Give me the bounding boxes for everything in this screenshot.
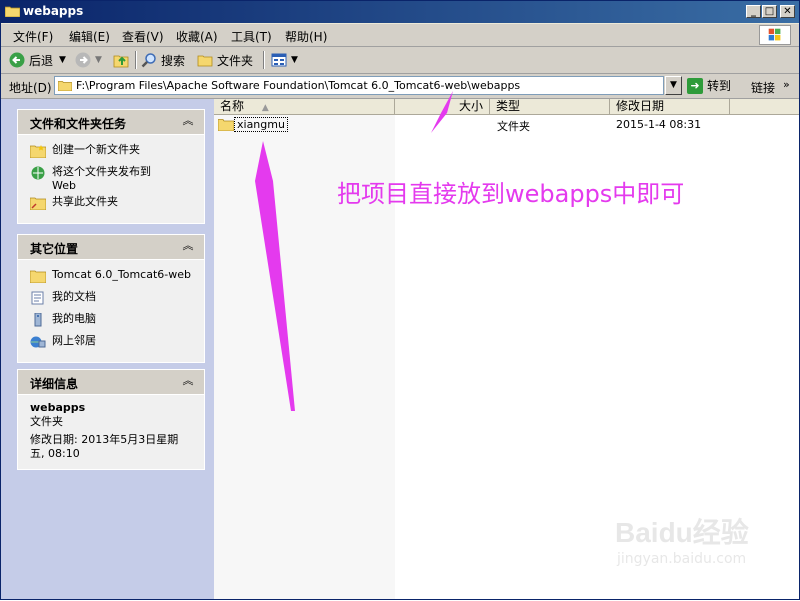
search-icon	[141, 53, 156, 68]
address-label: 地址(D)	[9, 81, 52, 95]
forward-button[interactable]: ▼	[75, 50, 102, 70]
menu-bar: 文件(F) 编辑(E) 查看(V) 收藏(A) 工具(T) 帮助(H)	[1, 24, 799, 47]
new-folder-icon	[30, 145, 46, 158]
menu-edit[interactable]: 编辑(E)	[69, 28, 110, 45]
panel-title: 文件和文件夹任务	[30, 117, 127, 131]
go-button[interactable]: ➜ 转到	[687, 77, 731, 94]
network-icon	[30, 336, 46, 348]
other-places-panel: 其它位置 ︽ Tomcat 6.0_Tomcat6-web 我的文档 我的电脑 …	[17, 234, 205, 363]
menu-file[interactable]: 文件(F)	[13, 28, 53, 45]
toolbar-separator	[135, 51, 137, 69]
menu-help[interactable]: 帮助(H)	[285, 28, 327, 45]
menu-view[interactable]: 查看(V)	[122, 28, 164, 45]
minimize-button[interactable]: _	[746, 5, 761, 18]
forward-dropdown-icon[interactable]: ▼	[95, 55, 102, 65]
table-row[interactable]: xiangmu 文件夹 2015-1-4 08:31	[214, 116, 799, 134]
collapse-chevron-icon[interactable]: ︽	[180, 238, 196, 254]
collapse-chevron-icon[interactable]: ︽	[180, 113, 196, 129]
column-header-size[interactable]: 大小	[395, 99, 490, 115]
menu-tools[interactable]: 工具(T)	[231, 28, 272, 45]
back-arrow-icon	[9, 52, 25, 68]
panel-header[interactable]: 详细信息 ︽	[18, 370, 204, 395]
folders-icon	[197, 55, 213, 67]
back-button[interactable]: 后退 ▼	[9, 50, 66, 70]
up-folder-button[interactable]	[113, 50, 133, 70]
toolbar-separator	[263, 51, 265, 69]
share-folder-icon	[30, 197, 46, 210]
documents-icon	[31, 291, 44, 305]
address-bar: 地址(D) F:\Program Files\Apache Software F…	[1, 74, 799, 99]
folders-label: 文件夹	[217, 53, 254, 68]
place-my-computer[interactable]: 我的电脑	[28, 312, 194, 332]
title-bar[interactable]: webapps _ □ ✕	[1, 1, 799, 23]
chevron-right-icon[interactable]: »	[783, 78, 790, 91]
panel-title: 详细信息	[30, 377, 79, 391]
globe-icon	[31, 166, 45, 180]
maximize-button[interactable]: □	[762, 5, 777, 18]
file-type: 文件夹	[497, 120, 530, 133]
go-arrow-icon: ➜	[687, 77, 703, 94]
annotation-text: 把项目直接放到webapps中即可	[337, 180, 685, 208]
go-label: 转到	[707, 79, 732, 93]
computer-icon	[34, 313, 42, 327]
views-button[interactable]: ▼	[271, 50, 298, 70]
address-path: F:\Program Files\Apache Software Foundat…	[76, 79, 521, 92]
baidu-watermark: Baidu经验 jingyan.baidu.com	[615, 511, 785, 591]
column-header-modified[interactable]: 修改日期	[610, 99, 730, 115]
views-dropdown-icon[interactable]: ▼	[291, 55, 298, 65]
task-publish-web[interactable]: 将这个文件夹发布到 Web	[28, 165, 194, 193]
detail-type: 文件夹	[30, 415, 63, 428]
file-name: xiangmu	[234, 117, 288, 132]
folder-icon	[58, 81, 72, 91]
watermark-url: jingyan.baidu.com	[617, 551, 747, 567]
task-pane: 文件和文件夹任务 ︽ 创建一个新文件夹 将这个文件夹发布到 Web 共享此文件夹…	[1, 99, 214, 599]
forward-arrow-icon	[75, 52, 91, 68]
close-button[interactable]: ✕	[780, 5, 795, 18]
detail-modified-line2: 五, 08:10	[30, 447, 80, 460]
place-network[interactable]: 网上邻居	[28, 334, 194, 354]
menu-favorites[interactable]: 收藏(A)	[176, 28, 218, 45]
column-header-type[interactable]: 类型	[490, 99, 610, 115]
folders-button[interactable]: 文件夹	[197, 50, 253, 70]
panel-header[interactable]: 文件和文件夹任务 ︽	[18, 110, 204, 135]
panel-header[interactable]: 其它位置 ︽	[18, 235, 204, 260]
place-my-documents[interactable]: 我的文档	[28, 290, 194, 310]
explorer-window: webapps _ □ ✕ 文件(F) 编辑(E) 查看(V) 收藏(A) 工具…	[0, 0, 800, 600]
search-label: 搜索	[161, 53, 186, 68]
details-panel: 详细信息 ︽ webapps 文件夹 修改日期: 2013年5月3日星期 五, …	[17, 369, 205, 470]
file-modified: 2015-1-4 08:31	[616, 118, 702, 131]
detail-name: webapps	[30, 401, 86, 414]
up-folder-icon	[113, 55, 129, 68]
toolbar: 后退 ▼ ▼ 搜索 文件夹 ▼	[1, 47, 799, 74]
folder-icon	[5, 6, 20, 17]
address-input[interactable]: F:\Program Files\Apache Software Foundat…	[54, 76, 664, 95]
back-dropdown-icon[interactable]: ▼	[59, 55, 66, 65]
place-tomcat[interactable]: Tomcat 6.0_Tomcat6-web	[28, 268, 194, 288]
task-share-folder[interactable]: 共享此文件夹	[28, 195, 194, 215]
panel-title: 其它位置	[30, 242, 79, 256]
task-new-folder[interactable]: 创建一个新文件夹	[28, 143, 194, 163]
folder-icon	[218, 119, 234, 131]
address-dropdown-button[interactable]: ▼	[665, 76, 682, 95]
column-header-name[interactable]: 名称 ▲	[214, 99, 395, 115]
folder-icon	[30, 270, 46, 283]
sort-arrow-icon: ▲	[261, 103, 269, 113]
collapse-chevron-icon[interactable]: ︽	[180, 373, 196, 389]
back-label: 后退	[29, 53, 54, 68]
links-button[interactable]: 链接	[751, 79, 775, 96]
file-folder-tasks-panel: 文件和文件夹任务 ︽ 创建一个新文件夹 将这个文件夹发布到 Web 共享此文件夹	[17, 109, 205, 224]
watermark-brand: Baidu经验	[615, 517, 749, 548]
column-header-blank	[730, 99, 799, 115]
windows-logo-icon	[759, 25, 791, 45]
window-title: webapps	[23, 4, 84, 18]
detail-modified-line1: 修改日期: 2013年5月3日星期	[30, 433, 179, 446]
views-icon	[271, 53, 287, 67]
search-button[interactable]: 搜索	[141, 50, 185, 70]
